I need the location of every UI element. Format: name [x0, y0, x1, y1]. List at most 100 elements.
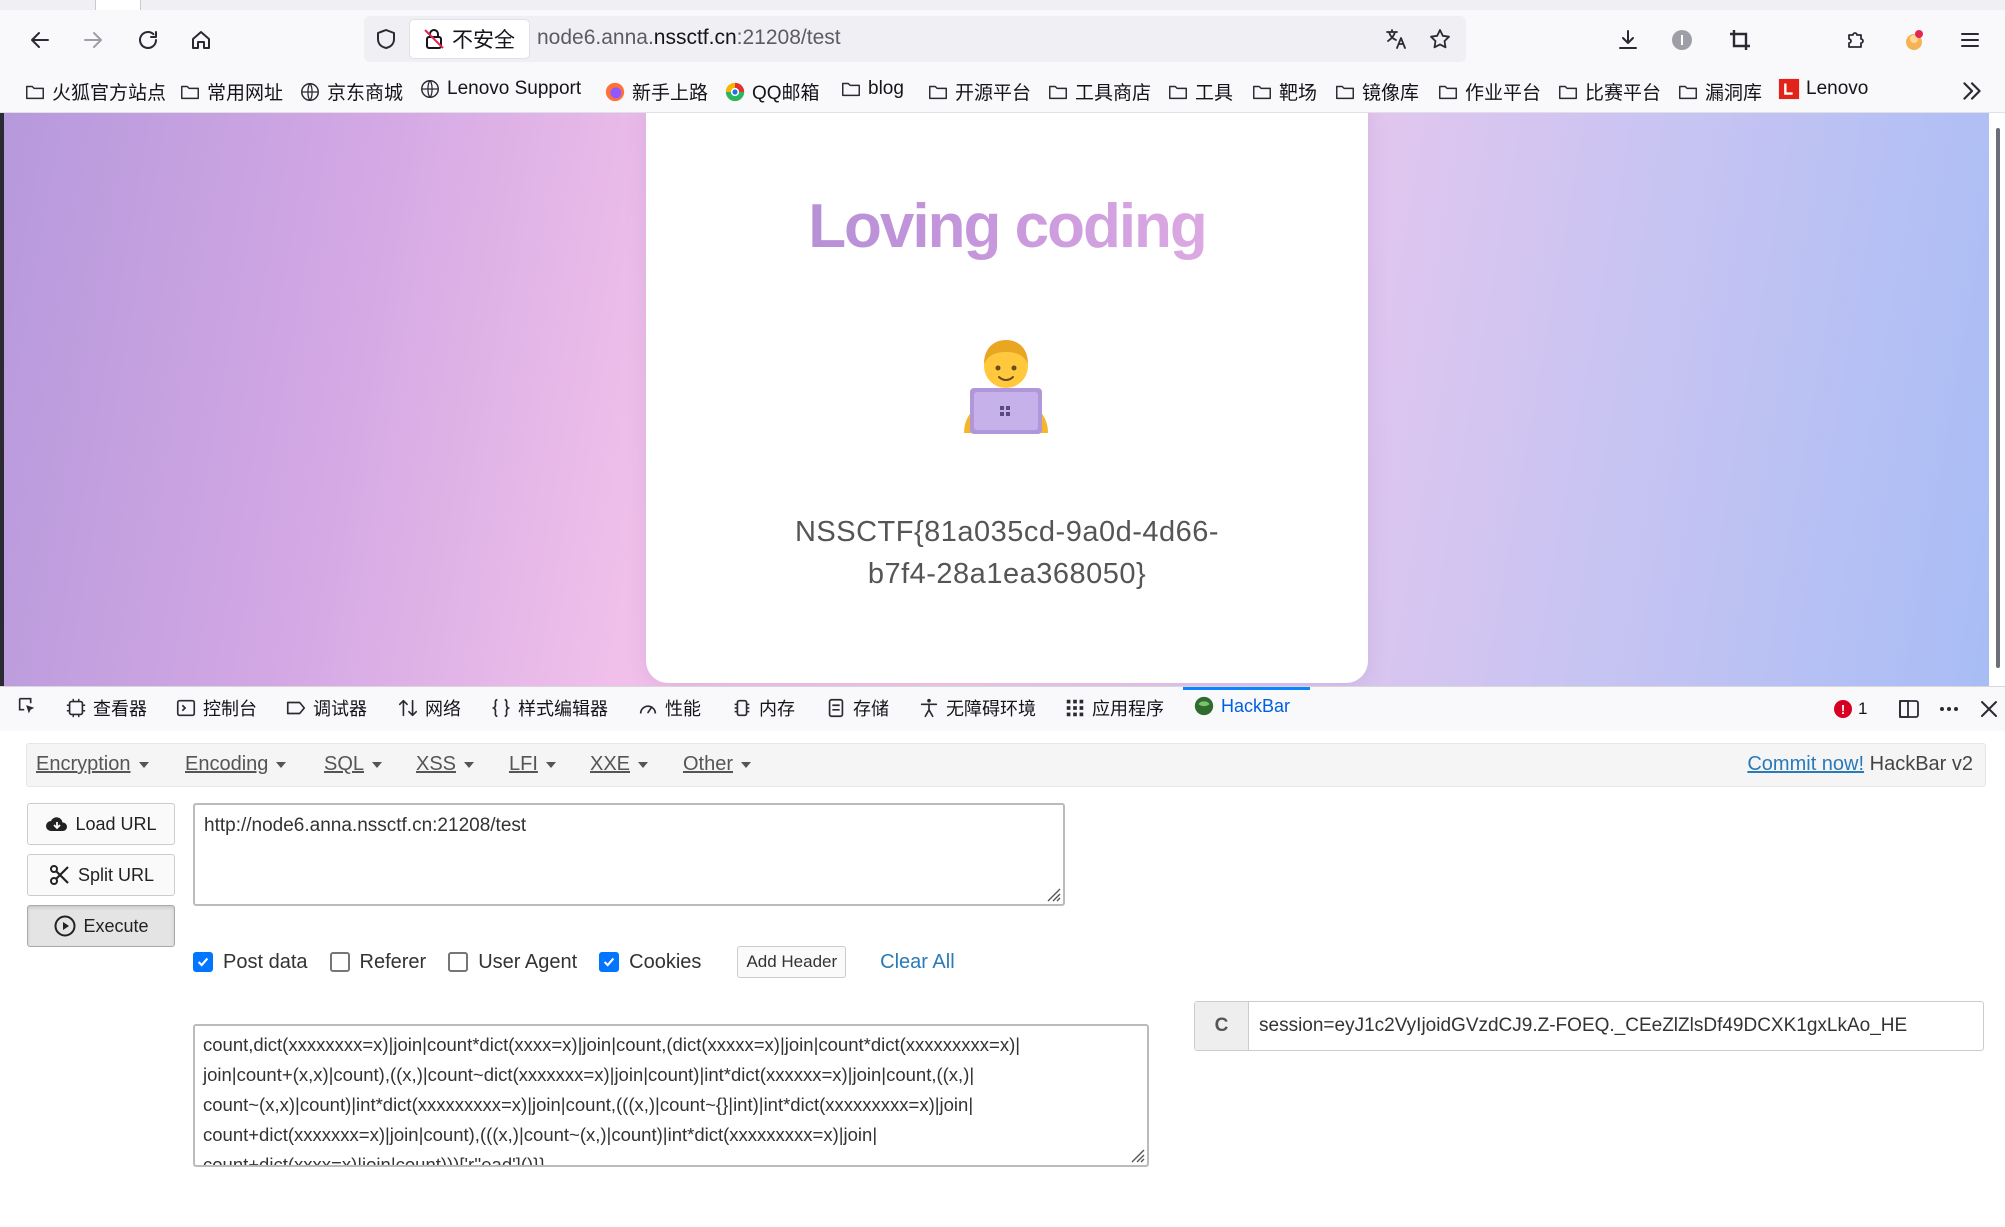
bookmark-item[interactable]: 镜像库 — [1334, 78, 1419, 105]
back-button[interactable] — [22, 22, 58, 58]
reload-button[interactable] — [130, 22, 166, 58]
bookmark-item[interactable]: 漏洞库 — [1677, 78, 1762, 105]
security-indicator[interactable]: 不安全 — [410, 20, 529, 58]
error-count: 1 — [1858, 699, 1868, 718]
address-bar[interactable]: 不安全 node6.anna.nssctf.cn:21208/test — [364, 16, 1466, 62]
folder-icon — [1049, 85, 1067, 99]
hackbar-version: HackBar v2 — [1869, 753, 1973, 775]
cloud-download-icon — [46, 817, 68, 831]
resize-grip-icon[interactable] — [1043, 884, 1061, 902]
referer-checkbox[interactable] — [329, 952, 350, 972]
menu-button[interactable] — [1952, 22, 1988, 58]
execute-button[interactable]: Execute — [27, 905, 175, 947]
menu-xss[interactable]: XSS — [416, 753, 474, 776]
style-editor-icon — [491, 698, 511, 718]
bookmark-label: Lenovo Support — [447, 78, 582, 99]
onepassword-icon — [1672, 30, 1692, 50]
storage-icon — [828, 698, 844, 718]
devtools-tab-memory[interactable]: 内存 — [731, 695, 795, 721]
cookies-option[interactable]: Cookies — [599, 951, 701, 974]
reload-icon — [139, 31, 157, 49]
bookmark-item[interactable]: 常用网址 — [179, 78, 283, 105]
cookie-input[interactable]: session=eyJ1c2VyIjoidGVzdCJ9.Z-FOEQ._CEe… — [1249, 1002, 1983, 1050]
more-options-icon[interactable] — [1937, 697, 1961, 721]
devtools-tab-application[interactable]: 应用程序 — [1064, 695, 1164, 721]
devtools-tab-performance[interactable]: 性能 — [637, 695, 701, 721]
crop-button[interactable] — [1722, 22, 1758, 58]
user-agent-checkbox[interactable] — [448, 952, 469, 972]
url-textarea[interactable]: http://node6.anna.nssctf.cn:21208/test — [193, 803, 1065, 906]
tracking-protection-icon[interactable] — [372, 25, 400, 53]
menu-other[interactable]: Other — [683, 753, 751, 776]
error-count-badge[interactable]: ! 1 — [1834, 699, 1867, 719]
load-url-button[interactable]: Load URL — [27, 803, 175, 845]
page-scrollbar[interactable] — [1996, 128, 2000, 668]
bookmark-item[interactable]: 靶场 — [1251, 78, 1317, 105]
menu-encryption[interactable]: Encryption — [36, 753, 149, 776]
bookmark-item[interactable]: 工具商店 — [1047, 78, 1151, 105]
bookmark-star-icon[interactable] — [1426, 25, 1454, 53]
post-data-textarea[interactable]: count,dict(xxxxxxxx=x)|join|count*dict(x… — [193, 1024, 1149, 1167]
devtools-tab-hackbar[interactable]: HackBar — [1193, 695, 1290, 717]
forward-button[interactable] — [75, 22, 111, 58]
devtools-tab-inspector[interactable]: 查看器 — [65, 695, 147, 721]
bookmark-item[interactable]: Lenovo — [1778, 78, 1868, 100]
bookmark-item[interactable]: 京东商城 — [299, 78, 403, 105]
menu-encoding[interactable]: Encoding — [185, 753, 286, 776]
bookmark-item[interactable]: Lenovo Support — [419, 78, 581, 100]
translate-icon[interactable] — [1382, 25, 1410, 53]
referer-option[interactable]: Referer — [329, 951, 426, 974]
account-button[interactable] — [1896, 22, 1932, 58]
menu-lfi[interactable]: LFI — [509, 753, 556, 776]
bookmark-item[interactable]: 新手上路 — [604, 78, 708, 105]
bookmark-item[interactable]: 比赛平台 — [1557, 78, 1661, 105]
chevron-double-right-icon[interactable] — [1959, 78, 1985, 104]
post-data-line: join|count+(x,x)|count),((x,)|count~dict… — [203, 1064, 975, 1085]
security-label: 不安全 — [452, 29, 515, 52]
bookmark-item[interactable]: 工具 — [1167, 78, 1233, 105]
downloads-button[interactable] — [1610, 22, 1646, 58]
extensions-button[interactable] — [1838, 22, 1874, 58]
menu-xxe[interactable]: XXE — [590, 753, 648, 776]
tab-active[interactable] — [96, 0, 140, 10]
dock-side-icon[interactable] — [1897, 697, 1921, 721]
close-icon[interactable] — [1977, 697, 2001, 721]
clear-all-link[interactable]: Clear All — [880, 951, 954, 974]
hackbar-menu: Encryption Encoding SQL XSS LFI XXE Othe… — [26, 743, 1986, 787]
post-data-line: count+dict(xxxx=x)|join|count)))['r''ead… — [203, 1154, 546, 1167]
devtools-tab-console[interactable]: 控制台 — [175, 695, 257, 721]
menu-sql[interactable]: SQL — [324, 753, 382, 776]
extension-badge-button[interactable] — [1664, 22, 1700, 58]
cookies-checkbox[interactable] — [599, 952, 620, 972]
qq-icon — [725, 82, 745, 101]
user-agent-label: User Agent — [478, 950, 578, 973]
url-prefix: node6.anna. — [537, 26, 654, 49]
devtools-tab-label: 无障碍环境 — [946, 699, 1036, 719]
devtools-tab-style-editor[interactable]: 样式编辑器 — [490, 695, 608, 721]
post-data-option[interactable]: Post data — [193, 951, 308, 974]
devtools-tab-debugger[interactable]: 调试器 — [285, 695, 367, 721]
url-text[interactable]: node6.anna.nssctf.cn:21208/test — [537, 26, 841, 50]
bookmark-item[interactable]: 作业平台 — [1437, 78, 1541, 105]
devtools-tab-storage[interactable]: 存储 — [825, 695, 889, 721]
bookmark-item[interactable]: blog — [840, 78, 904, 100]
cookies-label: Cookies — [629, 950, 702, 973]
bookmark-label: 开源平台 — [955, 83, 1032, 104]
bookmark-item[interactable]: 火狐官方站点 — [24, 78, 166, 105]
devtools-tab-label: 控制台 — [203, 699, 257, 719]
home-button[interactable] — [183, 22, 219, 58]
folder-icon — [1679, 85, 1697, 99]
bookmark-label: 火狐官方站点 — [52, 83, 167, 104]
bookmark-item[interactable]: 开源平台 — [927, 78, 1031, 105]
devtools-tab-network[interactable]: 网络 — [397, 695, 461, 721]
resize-grip-icon[interactable] — [1127, 1145, 1145, 1163]
user-agent-option[interactable]: User Agent — [448, 951, 577, 974]
add-header-button[interactable]: Add Header — [737, 946, 847, 978]
post-data-checkbox[interactable] — [193, 952, 213, 972]
split-url-button[interactable]: Split URL — [27, 854, 175, 896]
commit-link[interactable]: Commit now! — [1747, 753, 1864, 775]
element-picker-button[interactable] — [16, 695, 38, 717]
error-icon: ! — [1834, 700, 1852, 718]
devtools-tab-accessibility[interactable]: 无障碍环境 — [918, 695, 1036, 721]
bookmark-item[interactable]: QQ邮箱 — [724, 78, 820, 105]
